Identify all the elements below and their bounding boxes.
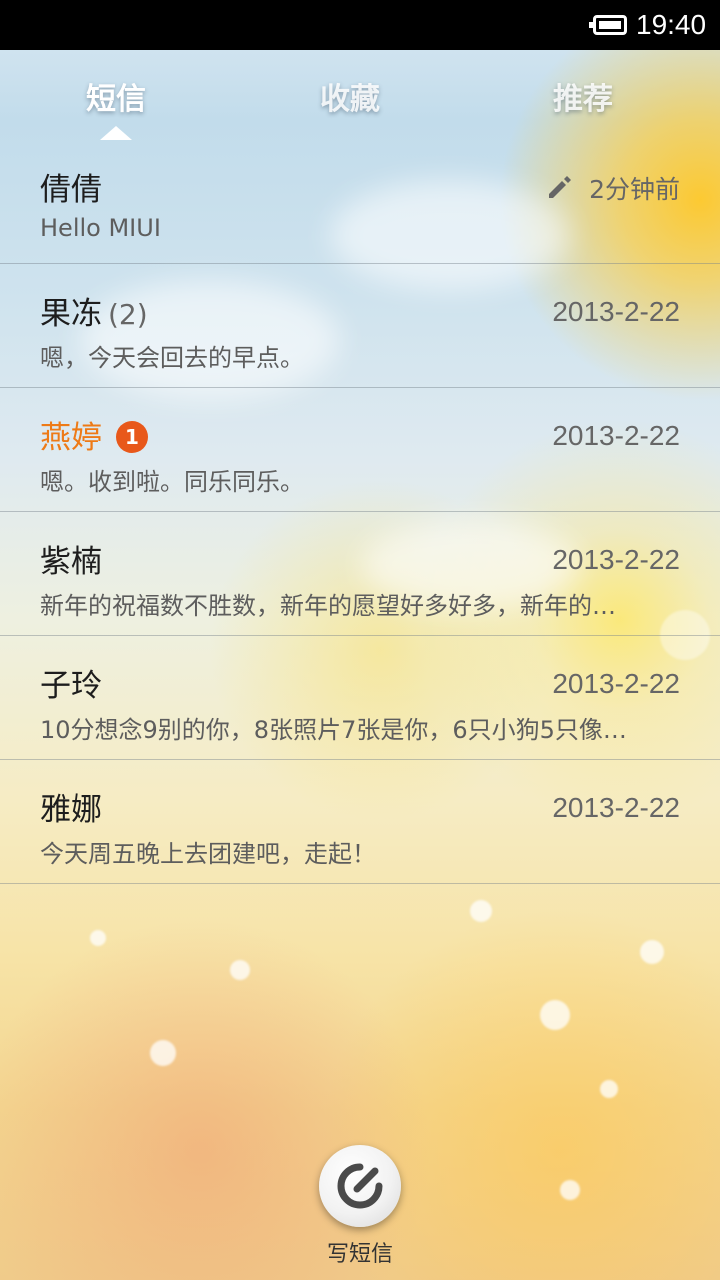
tab-sms[interactable]: 短信 xyxy=(46,74,186,118)
unread-badge: 1 xyxy=(116,421,148,453)
contact-name: 紫楠 xyxy=(40,544,102,580)
conversation-row[interactable]: 倩倩 2分钟前 Hello MIUI xyxy=(0,140,720,264)
message-date: 2013-2-22 xyxy=(552,420,680,451)
message-preview: 今天周五晚上去团建吧，走起！ xyxy=(40,840,376,868)
message-count: (2) xyxy=(108,298,148,331)
message-preview: 10分想念9别的你，8张照片7张是你，6只小狗5只像… xyxy=(40,716,627,744)
pencil-icon xyxy=(549,176,571,198)
contact-name: 果冻 (2) xyxy=(40,288,148,333)
conversation-row[interactable]: 燕婷 1 2013-2-22 嗯。收到啦。同乐同乐。 xyxy=(0,388,720,512)
wallpaper-bokeh xyxy=(560,1180,580,1200)
wallpaper-bokeh xyxy=(150,1040,176,1066)
message-date: 2013-2-22 xyxy=(552,792,680,823)
message-preview: 嗯。收到啦。同乐同乐。 xyxy=(40,468,304,496)
compose-button[interactable] xyxy=(319,1145,401,1227)
contact-name: 倩倩 xyxy=(40,172,102,208)
conversation-row[interactable]: 雅娜 2013-2-22 今天周五晚上去团建吧，走起！ xyxy=(0,760,720,884)
status-bar: 19:40 xyxy=(0,0,720,50)
messaging-screen: 19:40 短信 收藏 推荐 倩倩 2分钟前 Hello MIUI 果冻 (2) … xyxy=(0,0,720,1280)
wallpaper-bokeh xyxy=(640,940,664,964)
message-date: 2013-2-22 xyxy=(552,296,680,327)
message-date: 2013-2-22 xyxy=(552,668,680,699)
active-tab-indicator xyxy=(100,126,132,140)
message-preview: 新年的祝福数不胜数，新年的愿望好多好多，新年的… xyxy=(40,592,616,620)
wallpaper-bokeh xyxy=(540,1000,570,1030)
message-preview: 嗯，今天会回去的早点。 xyxy=(40,344,304,372)
contact-name-text: 燕婷 xyxy=(40,420,102,456)
tab-bar: 短信 收藏 推荐 xyxy=(0,50,720,142)
wallpaper-bokeh xyxy=(600,1080,618,1098)
contact-name-text: 果冻 xyxy=(40,296,102,332)
battery-icon xyxy=(589,15,627,35)
status-time: 19:40 xyxy=(636,9,707,40)
tab-recommended[interactable]: 推荐 xyxy=(513,74,653,118)
compose-icon xyxy=(337,1163,383,1209)
message-date: 2013-2-22 xyxy=(552,544,680,575)
draft-time: 2分钟前 xyxy=(589,175,680,204)
contact-name: 雅娜 xyxy=(40,792,102,828)
conversation-row[interactable]: 子玲 2013-2-22 10分想念9别的你，8张照片7张是你，6只小狗5只像… xyxy=(0,636,720,760)
conversation-row[interactable]: 果冻 (2) 2013-2-22 嗯，今天会回去的早点。 xyxy=(0,264,720,388)
conversation-row[interactable]: 紫楠 2013-2-22 新年的祝福数不胜数，新年的愿望好多好多，新年的… xyxy=(0,512,720,636)
wallpaper-bokeh xyxy=(90,930,106,946)
message-preview: Hello MIUI xyxy=(40,214,161,242)
wallpaper-bokeh xyxy=(470,900,492,922)
contact-name: 燕婷 1 xyxy=(40,412,148,457)
wallpaper-bokeh xyxy=(230,960,250,980)
compose-label: 写短信 xyxy=(326,1242,393,1267)
tab-favorites[interactable]: 收藏 xyxy=(280,74,420,118)
contact-name: 子玲 xyxy=(40,668,102,704)
